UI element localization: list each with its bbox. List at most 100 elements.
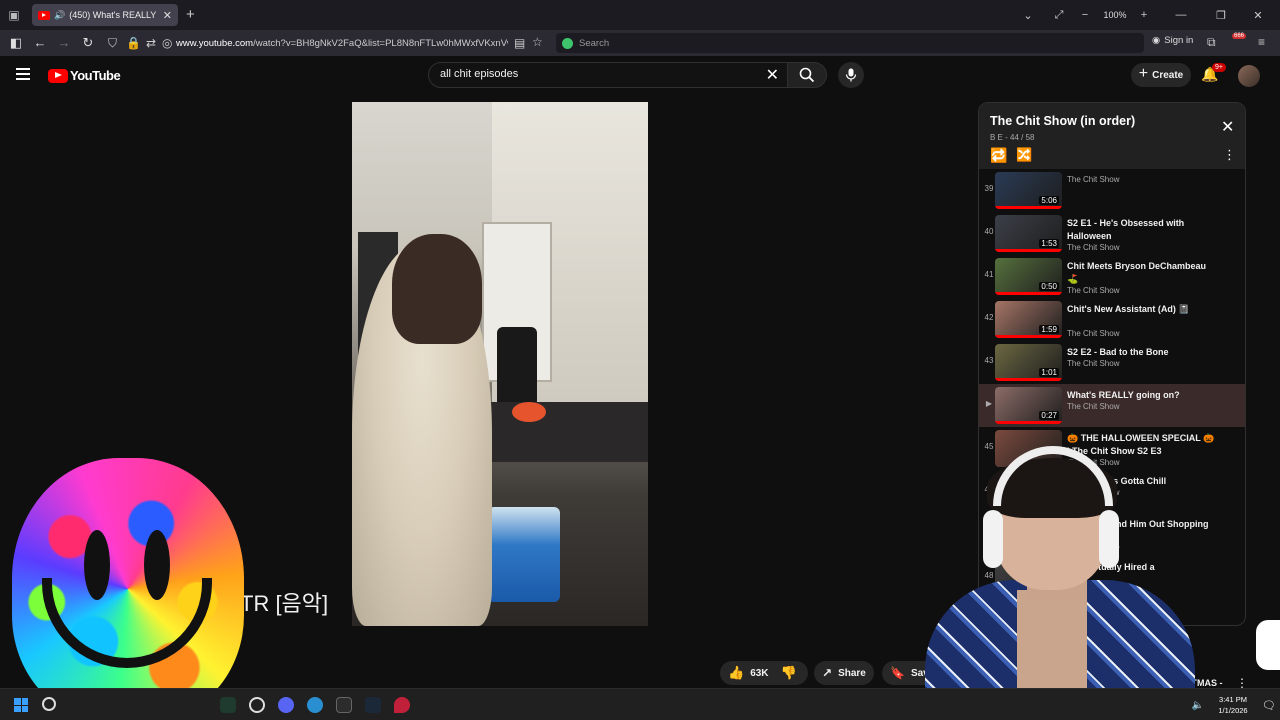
clock[interactable]: 3:41 PM 1/1/2026 bbox=[1208, 694, 1258, 716]
search-input[interactable] bbox=[440, 68, 740, 80]
shield-icon[interactable]: ⛉ bbox=[108, 36, 117, 51]
menu-icon[interactable]: ≡ bbox=[1258, 35, 1265, 49]
youtube-logo[interactable]: YouTube bbox=[48, 68, 121, 83]
search-engine-icon[interactable] bbox=[562, 37, 573, 49]
clear-search-icon[interactable]: ✕ bbox=[766, 65, 779, 85]
video-thumbnail[interactable]: 5:06 bbox=[995, 172, 1062, 209]
playlist-item-channel: The Chit Show bbox=[1067, 243, 1120, 252]
playlist-item-channel: The Chit Show bbox=[1067, 329, 1120, 338]
playlist-item-title[interactable]: S2 E2 - Bad to the Bone bbox=[1067, 346, 1215, 359]
playlist-item[interactable]: 41 0:50 Chit Meets Bryson DeChambeau ⛳ The … bbox=[979, 255, 1245, 298]
playlist-item-title[interactable]: Chit Meets Bryson DeChambeau ⛳ bbox=[1067, 260, 1215, 285]
windows-start-icon[interactable] bbox=[14, 698, 28, 712]
forward-icon[interactable]: → bbox=[52, 35, 76, 50]
lock-icon[interactable]: 🔒 bbox=[126, 36, 141, 50]
minimize-button[interactable]: — bbox=[1156, 9, 1206, 21]
playlist-item-current[interactable]: ▶ 0:27 What's REALLY going on? The Chit Sho… bbox=[979, 384, 1245, 427]
playlist-title[interactable]: The Chit Show (in order) bbox=[990, 114, 1135, 128]
share-button[interactable]: ↗ Share bbox=[814, 661, 874, 685]
logo-text: YouTube bbox=[70, 68, 121, 83]
hamburger-menu-icon[interactable] bbox=[16, 68, 30, 80]
close-playlist-icon[interactable]: ✕ bbox=[1221, 117, 1234, 137]
discord-app-icon[interactable] bbox=[278, 697, 294, 713]
video-duration: 1:59 bbox=[1039, 325, 1059, 334]
smiley-sticker-overlay bbox=[12, 458, 244, 720]
notification-center-icon[interactable]: 🗨 bbox=[1258, 699, 1280, 712]
video-thumbnail[interactable]: 0:27 bbox=[995, 387, 1062, 424]
watched-progress-bar bbox=[995, 335, 1062, 338]
tracking-icon[interactable]: ◎ bbox=[162, 36, 172, 50]
video-thumbnail[interactable]: 0:50 bbox=[995, 258, 1062, 295]
voice-search-button[interactable] bbox=[838, 62, 864, 88]
new-tab-button[interactable]: + bbox=[186, 6, 195, 23]
playlist-item-title[interactable]: What's REALLY going on? bbox=[1067, 389, 1215, 402]
obs-app-icon[interactable] bbox=[249, 697, 265, 713]
editor-app-icon[interactable] bbox=[336, 697, 352, 713]
video-thumbnail[interactable]: 1:01 bbox=[995, 344, 1062, 381]
playlist-item[interactable]: 42 1:59 Chit's New Assistant (Ad) 📓 The Chi… bbox=[979, 298, 1245, 341]
close-window-button[interactable]: ✕ bbox=[1236, 9, 1280, 22]
playlist-item-title[interactable]: S2 E1 - He's Obsessed with Halloween bbox=[1067, 217, 1215, 242]
playlist-item-index: 39 bbox=[984, 184, 994, 193]
like-icon[interactable]: 👍 bbox=[728, 665, 744, 681]
playlist-item-channel: The Chit Show bbox=[1067, 286, 1120, 295]
avatar[interactable] bbox=[1238, 65, 1260, 87]
playlist-item[interactable]: 40 1:53 S2 E1 - He's Obsessed with Hallowe… bbox=[979, 212, 1245, 255]
dislike-icon[interactable]: 👎 bbox=[781, 665, 797, 681]
video-thumbnail[interactable]: 1:59 bbox=[995, 301, 1062, 338]
video-frame-chair bbox=[497, 327, 537, 407]
account-icon: ◉ bbox=[1152, 35, 1161, 46]
zoom-out-button[interactable]: − bbox=[1072, 9, 1098, 21]
zoom-in-button[interactable]: + bbox=[1132, 9, 1156, 21]
playlist-item[interactable]: 39 5:06 The Chit Show bbox=[979, 169, 1245, 212]
browser-tab-active[interactable]: 🔊 (450) What's REALLY going on? - YouTub… bbox=[32, 4, 178, 26]
shuffle-icon[interactable]: 🔀 bbox=[1016, 147, 1032, 163]
sidebar-icon[interactable]: ◧ bbox=[4, 35, 28, 51]
loop-icon[interactable]: 🔁 bbox=[990, 147, 1007, 164]
restore-button[interactable]: ❐ bbox=[1206, 9, 1236, 22]
permissions-icon[interactable]: ⇄ bbox=[146, 36, 156, 50]
browser-search-field[interactable]: Search bbox=[556, 33, 1144, 53]
browser-app-icon[interactable] bbox=[307, 697, 323, 713]
search-icon[interactable] bbox=[42, 697, 56, 711]
fullscreen-icon[interactable]: ⤢ bbox=[1046, 9, 1072, 22]
playlist-item-channel: The Chit Show bbox=[1067, 402, 1120, 411]
reload-icon[interactable]: ↻ bbox=[76, 35, 100, 51]
sign-in-button[interactable]: ◉ Sign in bbox=[1152, 35, 1193, 46]
playlist-item-title[interactable]: Chit's New Assistant (Ad) 📓 bbox=[1067, 303, 1215, 316]
playlist-item[interactable]: 43 1:01 S2 E2 - Bad to the Bone The Chit Sh… bbox=[979, 341, 1245, 384]
terminal-app-icon[interactable] bbox=[220, 697, 236, 713]
video-player[interactable] bbox=[352, 102, 648, 626]
like-count[interactable]: 63K bbox=[750, 668, 768, 679]
zoom-level[interactable]: 100% bbox=[1098, 10, 1132, 20]
url-text[interactable]: www.youtube.com/watch?v=BH8gNkV2FaQ&list… bbox=[176, 38, 508, 49]
search-placeholder: Search bbox=[579, 37, 610, 49]
url-bar[interactable]: ⛉ 🔒 ⇄ ◎ www.youtube.com/watch?v=BH8gNkV2… bbox=[104, 32, 548, 54]
sign-in-label: Sign in bbox=[1164, 35, 1194, 46]
video-thumbnail[interactable]: 1:53 bbox=[995, 215, 1062, 252]
chevron-down-icon[interactable]: ⌄ bbox=[1010, 9, 1046, 22]
back-icon[interactable]: ← bbox=[28, 35, 52, 50]
steam-app-icon[interactable] bbox=[365, 697, 381, 713]
more-options-icon[interactable]: ⋮ bbox=[1223, 147, 1236, 163]
share-icon: ↗ bbox=[822, 666, 833, 680]
search-button[interactable] bbox=[787, 62, 827, 88]
playlist-header: The Chit Show (in order) B E - 44 / 58 ✕… bbox=[979, 103, 1245, 169]
reader-mode-icon[interactable]: ▤ bbox=[514, 36, 525, 50]
create-button[interactable]: + Create bbox=[1131, 63, 1191, 87]
volume-icon[interactable]: 🔈 bbox=[1188, 700, 1208, 711]
create-label: Create bbox=[1152, 69, 1184, 81]
headphone-left bbox=[983, 510, 1003, 568]
map-pin-app-icon[interactable] bbox=[394, 697, 410, 713]
video-frame-hair bbox=[392, 234, 482, 344]
speaker-icon[interactable]: 🔊 bbox=[54, 10, 65, 21]
watched-progress-bar bbox=[995, 378, 1062, 381]
video-duration: 5:06 bbox=[1039, 196, 1059, 205]
tab-close-icon[interactable]: ✕ bbox=[163, 9, 172, 22]
plus-icon: + bbox=[1138, 65, 1149, 82]
extension-badge[interactable]: 666 bbox=[1232, 33, 1247, 39]
notification-count-badge: 9+ bbox=[1212, 63, 1226, 72]
tab-list-icon[interactable]: ▣ bbox=[0, 0, 28, 30]
bookmark-star-icon[interactable]: ☆ bbox=[532, 35, 543, 49]
extensions-icon[interactable]: ⧉ bbox=[1207, 35, 1216, 50]
